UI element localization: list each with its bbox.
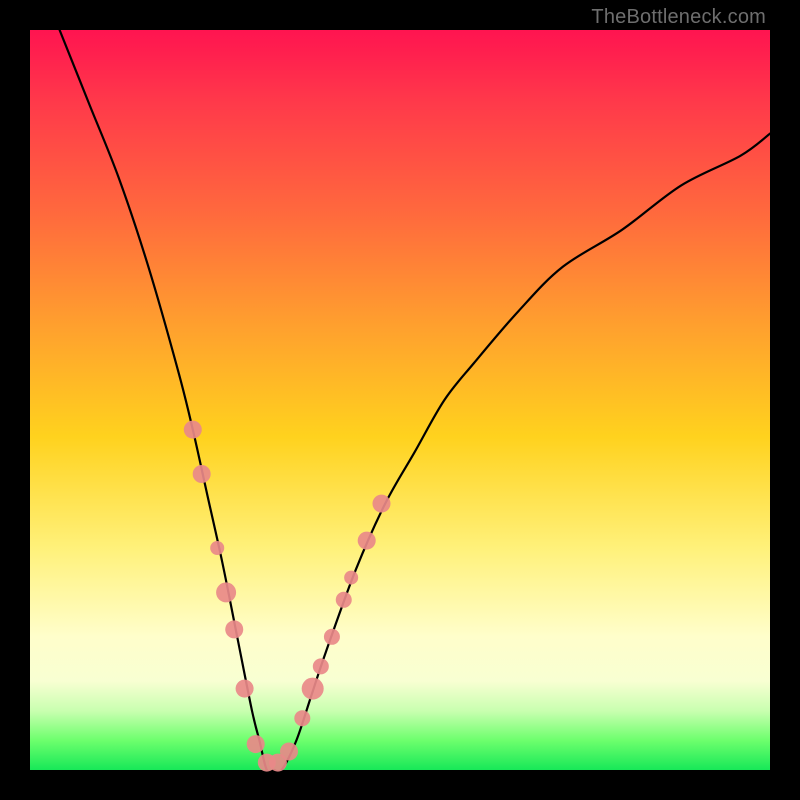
chart-frame: TheBottleneck.com [0,0,800,800]
data-marker [313,658,329,674]
plot-area [30,30,770,770]
data-marker [225,620,243,638]
data-marker [210,541,224,555]
data-marker [236,680,254,698]
data-marker [216,582,236,602]
data-marker [193,465,211,483]
data-marker [302,678,324,700]
data-marker [324,629,340,645]
data-marker [336,592,352,608]
watermark-text: TheBottleneck.com [591,6,766,29]
data-marker [373,495,391,513]
data-marker [294,710,310,726]
marker-group [184,421,391,772]
data-marker [280,743,298,761]
bottleneck-curve [60,30,770,772]
data-marker [247,735,265,753]
data-marker [184,421,202,439]
curve-svg [30,30,770,770]
data-marker [344,571,358,585]
data-marker [358,532,376,550]
